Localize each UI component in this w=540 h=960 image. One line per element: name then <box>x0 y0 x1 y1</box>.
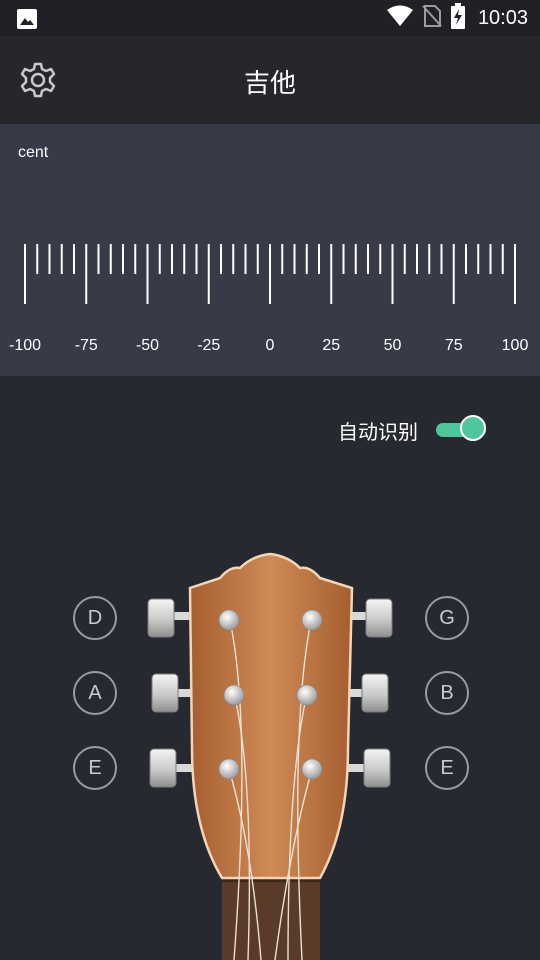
scale-label: 50 <box>383 337 402 354</box>
tuning-peg <box>296 684 318 706</box>
tuner-knob <box>147 598 175 638</box>
string-button-g[interactable]: G <box>425 596 469 640</box>
scale-label: 25 <box>322 337 341 354</box>
battery-charging-icon <box>450 2 466 34</box>
cent-label: cent <box>18 144 49 161</box>
app-bar: 吉他 <box>0 36 540 124</box>
cent-meter: cent -100 -75 -50 -25 0 25 50 75 100 <box>0 124 540 376</box>
tuning-peg <box>218 758 240 780</box>
wifi-icon <box>386 5 414 32</box>
tuner-knob <box>149 748 177 788</box>
no-sim-icon <box>422 4 442 33</box>
page-title: 吉他 <box>243 68 296 98</box>
scale-label: 100 <box>501 337 529 354</box>
auto-detect-label: 自动识别 <box>338 421 418 444</box>
auto-detect-toggle[interactable] <box>434 414 490 446</box>
scale-label: -75 <box>74 337 98 354</box>
tuner-knob <box>365 598 393 638</box>
string-button-a[interactable]: A <box>73 671 117 715</box>
tuning-peg <box>301 609 323 631</box>
scale-label: -50 <box>135 337 160 354</box>
string-button-b[interactable]: B <box>425 671 469 715</box>
string-button-low-e[interactable]: E <box>73 746 117 790</box>
cent-scale-labels: -100 -75 -50 -25 0 25 50 75 100 <box>0 337 540 359</box>
tuning-peg <box>218 609 240 631</box>
headstock-body <box>188 552 354 880</box>
tuner-knob <box>363 748 391 788</box>
auto-detect-row: 自动识别 <box>338 414 490 446</box>
string-button-high-e[interactable]: E <box>425 746 469 790</box>
tuning-peg <box>223 684 245 706</box>
scale-label: -25 <box>197 337 221 354</box>
toggle-thumb <box>460 415 486 441</box>
tuner-knob <box>151 673 179 713</box>
status-bar: 10:03 <box>0 0 540 36</box>
tuner-knob <box>361 673 389 713</box>
string-button-d[interactable]: D <box>73 596 117 640</box>
cent-scale <box>24 244 516 304</box>
tuning-peg <box>301 758 323 780</box>
image-icon <box>16 8 38 35</box>
scale-label: -100 <box>8 337 42 354</box>
scale-label: 0 <box>265 337 275 354</box>
scale-label: 75 <box>444 337 463 354</box>
status-time: 10:03 <box>477 6 528 29</box>
guitar-headstock <box>147 552 393 960</box>
